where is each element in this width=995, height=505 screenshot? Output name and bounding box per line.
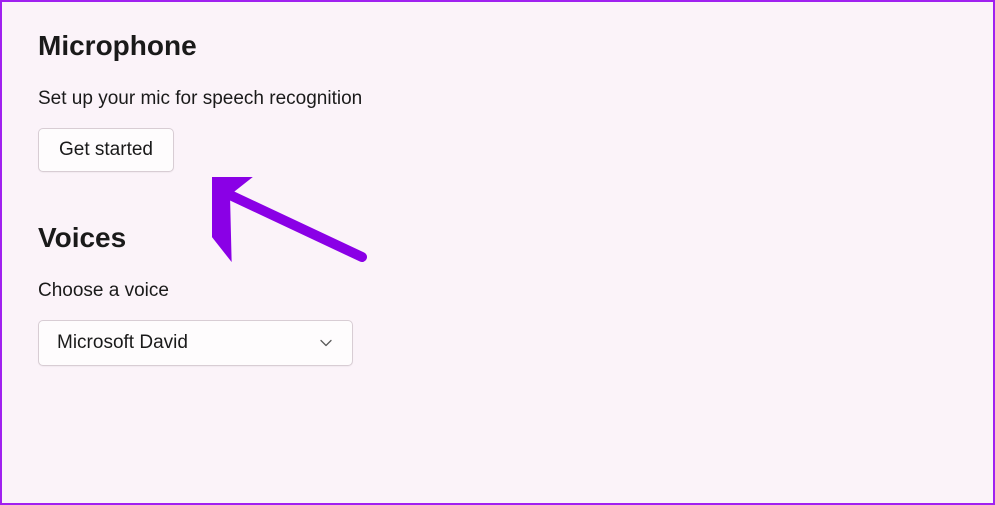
get-started-button[interactable]: Get started [38, 128, 174, 172]
voice-select[interactable]: Microsoft David [38, 320, 353, 366]
chevron-down-icon [318, 335, 334, 351]
choose-voice-label: Choose a voice [38, 280, 957, 302]
voices-heading: Voices [38, 222, 957, 254]
voice-selected-value: Microsoft David [57, 332, 188, 354]
voice-select-wrapper: Microsoft David [38, 320, 353, 366]
microphone-heading: Microphone [38, 30, 957, 62]
voices-section: Voices Choose a voice Microsoft David [38, 222, 957, 366]
microphone-section: Microphone Set up your mic for speech re… [38, 30, 957, 172]
microphone-description: Set up your mic for speech recognition [38, 88, 957, 110]
